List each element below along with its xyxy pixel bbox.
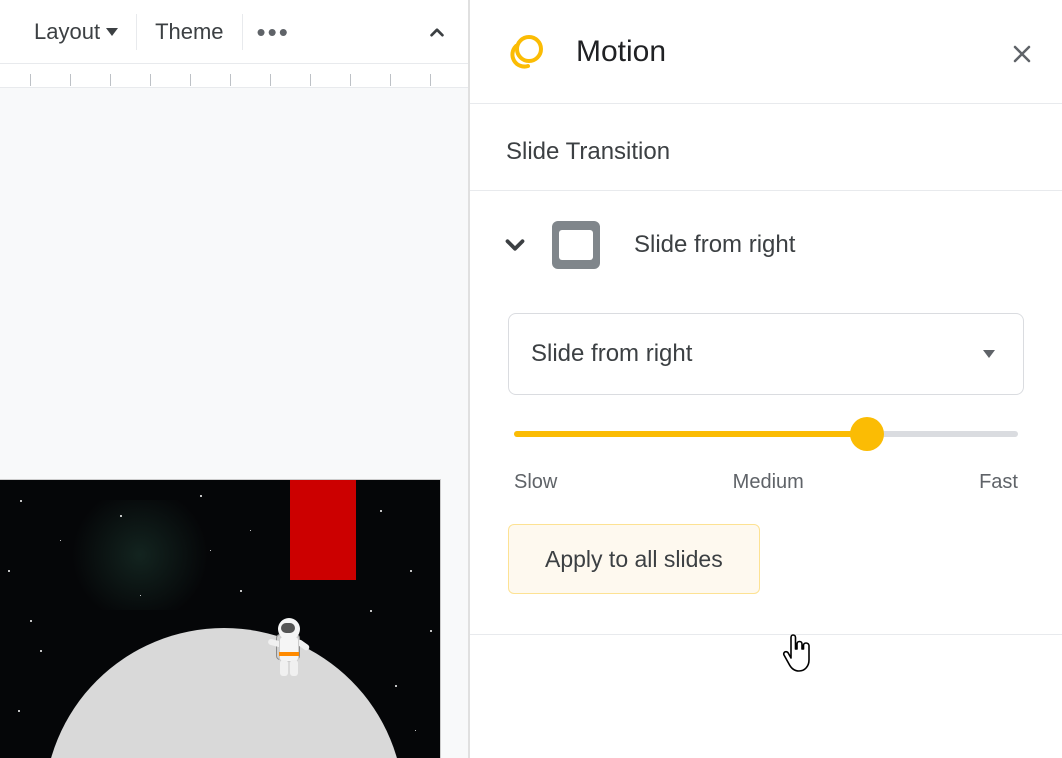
slide-icon	[552, 221, 600, 269]
speed-slider[interactable]: Slow Medium Fast	[500, 431, 1032, 524]
collapse-toolbar-button[interactable]	[424, 20, 450, 46]
editor-left-pane: Layout Theme •••	[0, 0, 468, 758]
transition-name: Slide from right	[634, 231, 795, 259]
slider-label-fast: Fast	[979, 471, 1018, 494]
motion-icon	[506, 32, 546, 72]
transition-settings: Slide from right Slide from right Slow M…	[470, 191, 1062, 635]
expand-chevron-icon	[500, 230, 530, 260]
slider-fill	[514, 431, 867, 437]
toolbar-divider	[242, 14, 243, 50]
panel-header: Motion	[470, 0, 1062, 104]
theme-label: Theme	[155, 19, 223, 45]
dropdown-triangle-icon	[106, 28, 118, 36]
theme-menu[interactable]: Theme	[137, 19, 241, 45]
dropdown-triangle-icon	[983, 350, 995, 358]
layout-menu[interactable]: Layout	[16, 19, 136, 45]
apply-label: Apply to all slides	[545, 546, 723, 573]
transition-summary-row[interactable]: Slide from right	[500, 221, 1032, 269]
section-title: Slide Transition	[506, 138, 1026, 166]
close-panel-button[interactable]	[1010, 42, 1034, 66]
ruler	[0, 64, 468, 88]
toolbar: Layout Theme •••	[0, 0, 468, 64]
nebula-glow	[60, 500, 220, 610]
apply-to-all-button[interactable]: Apply to all slides	[508, 524, 760, 594]
slide-transition-section-header: Slide Transition	[470, 104, 1062, 191]
select-value: Slide from right	[531, 340, 692, 368]
panel-title: Motion	[576, 35, 666, 69]
transition-type-select[interactable]: Slide from right	[508, 313, 1024, 395]
slider-track	[514, 431, 1018, 437]
slider-label-slow: Slow	[514, 471, 557, 494]
slide-preview[interactable]	[0, 480, 440, 758]
slider-thumb[interactable]	[850, 417, 884, 451]
slider-labels: Slow Medium Fast	[514, 471, 1018, 524]
layout-label: Layout	[34, 19, 100, 45]
astronaut	[262, 618, 312, 684]
slider-label-medium: Medium	[733, 471, 804, 494]
motion-panel: Motion Slide Transition Slide from right…	[468, 0, 1062, 758]
red-rectangle	[290, 480, 356, 580]
